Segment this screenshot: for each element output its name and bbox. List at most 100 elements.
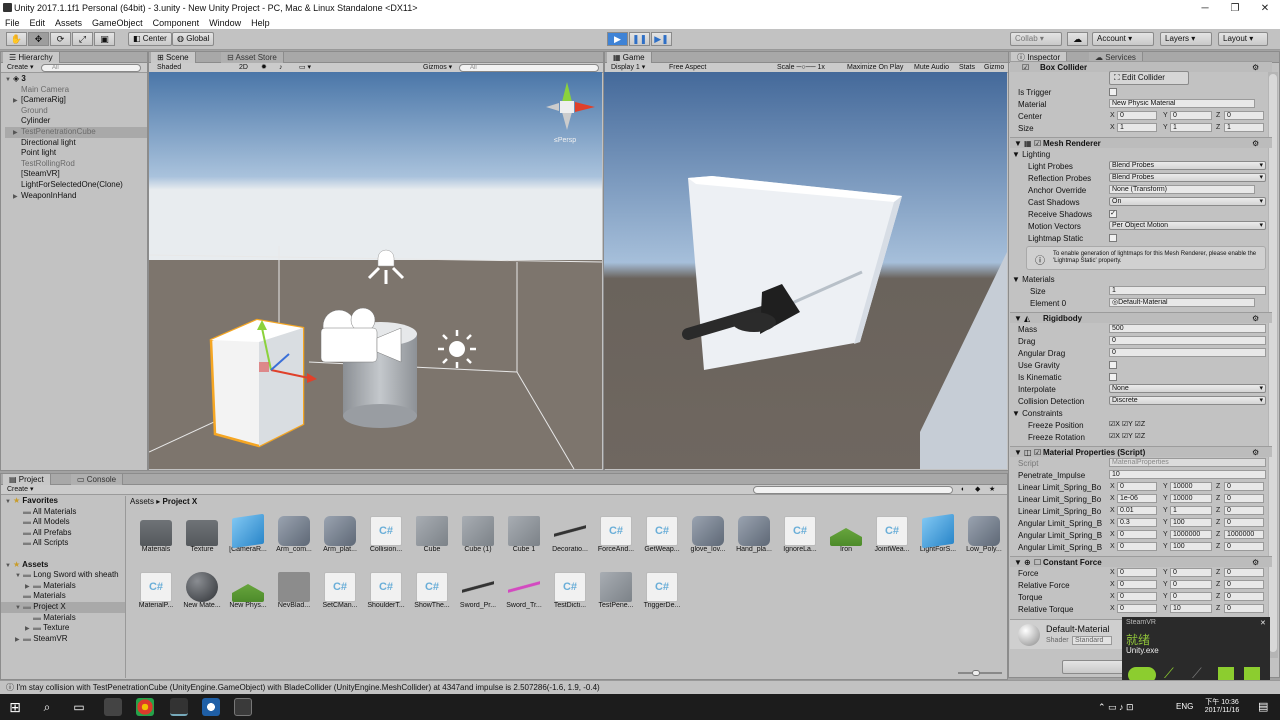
- chrome-icon[interactable]: [136, 698, 154, 716]
- project-tree-item[interactable]: ▼ ▬ Long Sword with sheath: [1, 570, 125, 581]
- scene-search-input[interactable]: All: [459, 64, 599, 72]
- vector-y-field[interactable]: 0: [1170, 592, 1212, 601]
- mesh-renderer-row-value[interactable]: Blend Probes: [1109, 161, 1266, 170]
- collision-detection-dropdown[interactable]: Discrete: [1109, 396, 1266, 405]
- vector-x-field[interactable]: 0: [1117, 580, 1157, 589]
- edit-collider-button[interactable]: ⛶ Edit Collider: [1109, 71, 1189, 85]
- asset-item[interactable]: Cube 1: [504, 516, 544, 555]
- asset-item[interactable]: Texture: [182, 516, 222, 555]
- vector-y-field[interactable]: 1: [1170, 506, 1212, 515]
- scene-viewport[interactable]: ≤Persp: [149, 72, 602, 469]
- mesh-renderer-row-value[interactable]: None (Transform): [1109, 185, 1255, 194]
- mesh-renderer-enabled-checkbox[interactable]: ☑: [1034, 138, 1041, 149]
- asset-item[interactable]: Sword_Pr...: [458, 572, 498, 611]
- receive-shadows-checkbox[interactable]: ✓: [1109, 210, 1117, 218]
- interpolate-dropdown[interactable]: None: [1109, 384, 1266, 393]
- center-y-field[interactable]: 0: [1170, 111, 1212, 120]
- vector-y-field[interactable]: 1000000: [1170, 530, 1212, 539]
- pause-button[interactable]: ❚❚: [629, 32, 650, 46]
- task-view-icon[interactable]: ▭: [70, 698, 88, 716]
- status-bar[interactable]: ⓘ I'm stay collision with TestPenetratio…: [0, 680, 1280, 694]
- center-x-field[interactable]: 0: [1117, 111, 1157, 120]
- account-dropdown[interactable]: Account ▾: [1092, 32, 1154, 46]
- vector-y-field[interactable]: 10000: [1170, 494, 1212, 503]
- vector-z-field[interactable]: 0: [1224, 482, 1264, 491]
- unity-taskbar-icon[interactable]: [170, 698, 188, 716]
- menu-assets[interactable]: Assets: [50, 18, 87, 28]
- component-settings-icon[interactable]: ⚙: [1252, 62, 1259, 73]
- rigidbody-row-field[interactable]: 0: [1109, 336, 1266, 345]
- vector-z-field[interactable]: 0: [1224, 568, 1264, 577]
- global-space-button[interactable]: ◍ Global: [172, 32, 215, 46]
- menu-help[interactable]: Help: [246, 18, 275, 28]
- hierarchy-search-input[interactable]: All: [41, 64, 141, 72]
- vector-z-field[interactable]: 1000000: [1224, 530, 1264, 539]
- vector-x-field[interactable]: 1e-06: [1117, 494, 1157, 503]
- constraints-foldout[interactable]: ▼ Constraints: [1012, 409, 1063, 418]
- language-indicator[interactable]: ENG: [1176, 702, 1193, 711]
- vector-z-field[interactable]: 0: [1224, 518, 1264, 527]
- clock[interactable]: 下午 10:36 2017/11/16: [1200, 697, 1244, 714]
- rigidbody-header[interactable]: ▼ ◭ Rigidbody ⚙: [1010, 312, 1272, 323]
- materials-foldout[interactable]: ▼ Materials: [1012, 275, 1055, 284]
- asset-item[interactable]: Cube (1): [458, 516, 498, 555]
- project-tree-item[interactable]: ▼ ▬ Project X: [1, 601, 125, 613]
- steam-app-icon[interactable]: [104, 698, 122, 716]
- hierarchy-item[interactable]: TestRollingRod: [5, 159, 147, 170]
- menu-component[interactable]: Component: [148, 18, 205, 28]
- physic-material-field[interactable]: New Physic Material: [1109, 99, 1255, 108]
- is-trigger-checkbox[interactable]: [1109, 88, 1117, 96]
- project-tree-item[interactable]: [1, 549, 125, 560]
- tab-scene[interactable]: ⊞ Scene: [151, 52, 196, 63]
- asset-item[interactable]: C# ForceAnd...: [596, 516, 636, 555]
- component-settings-icon[interactable]: ⚙: [1252, 313, 1259, 324]
- tab-asset-store[interactable]: ⊟ Asset Store: [221, 52, 284, 63]
- scene-svg[interactable]: ≤Persp: [149, 72, 602, 469]
- steamvr-notification[interactable]: SteamVR ✕ 就绪 Unity.exe ⟋ ⟋: [1122, 617, 1270, 689]
- hierarchy-item[interactable]: Directional light: [5, 138, 147, 149]
- asset-item[interactable]: glove_lov...: [688, 516, 728, 555]
- tab-hierarchy[interactable]: ☰ Hierarchy: [3, 52, 60, 63]
- vector-x-field[interactable]: 0: [1117, 604, 1157, 613]
- asset-item[interactable]: C# IgnoreLa...: [780, 516, 820, 555]
- tab-game[interactable]: ▦ Game: [607, 52, 652, 63]
- collab-dropdown[interactable]: Collab ▾: [1010, 32, 1062, 46]
- lightmap-static-checkbox[interactable]: [1109, 234, 1117, 242]
- size-y-field[interactable]: 1: [1170, 123, 1212, 132]
- asset-item[interactable]: Sword_Tr...: [504, 572, 544, 611]
- vector-z-field[interactable]: 0: [1224, 592, 1264, 601]
- expand-arrow-icon[interactable]: ▶: [15, 635, 23, 646]
- asset-item[interactable]: C# TriggerDe...: [642, 572, 682, 611]
- project-tree-item[interactable]: ▶ ▬ Materials: [1, 581, 125, 592]
- mesh-renderer-row-value[interactable]: On: [1109, 197, 1266, 206]
- vector-y-field[interactable]: 10: [1170, 604, 1212, 613]
- asset-item[interactable]: NevBlad...: [274, 572, 314, 611]
- vector-x-field[interactable]: 0.01: [1117, 506, 1157, 515]
- pivot-center-button[interactable]: ◧ Center: [128, 32, 172, 46]
- menu-window[interactable]: Window: [204, 18, 246, 28]
- freeze-position-checkboxes[interactable]: ☑X ☑Y ☑Z: [1109, 420, 1145, 428]
- menu-gameobject[interactable]: GameObject: [87, 18, 148, 28]
- vector-y-field[interactable]: 100: [1170, 542, 1212, 551]
- step-button[interactable]: ▶❚: [651, 32, 672, 46]
- asset-item[interactable]: Arm_plat...: [320, 516, 360, 555]
- expand-arrow-icon[interactable]: ▼: [1014, 557, 1022, 568]
- asset-item[interactable]: C# MaterialP...: [136, 572, 176, 611]
- hierarchy-item[interactable]: ▶ WeaponInHand: [5, 191, 147, 202]
- test-penetration-cube[interactable]: [209, 318, 305, 448]
- asset-item[interactable]: Cube: [412, 516, 452, 555]
- tray-icons[interactable]: ⌃ ▭ ♪ ⊡: [1098, 702, 1134, 713]
- hand-tool-icon[interactable]: ✋: [6, 32, 27, 46]
- expand-arrow-icon[interactable]: ▼: [1014, 447, 1022, 458]
- hierarchy-item[interactable]: LightForSelectedOne(Clone): [5, 180, 147, 191]
- constant-force-header[interactable]: ▼ ⊕ ☐ Constant Force ⚙: [1010, 556, 1272, 567]
- rotate-tool-icon[interactable]: ⟳: [50, 32, 71, 46]
- icon-size-slider[interactable]: [958, 670, 1002, 676]
- asset-item[interactable]: C# ShoulderT...: [366, 572, 406, 611]
- vector-z-field[interactable]: 0: [1224, 542, 1264, 551]
- point-light-icon[interactable]: [438, 330, 476, 368]
- vector-z-field[interactable]: 0: [1224, 580, 1264, 589]
- project-tree-item[interactable]: ▬ All Prefabs: [1, 528, 125, 539]
- vector-y-field[interactable]: 0: [1170, 580, 1212, 589]
- penetrate-impulse-field[interactable]: 10: [1109, 470, 1266, 479]
